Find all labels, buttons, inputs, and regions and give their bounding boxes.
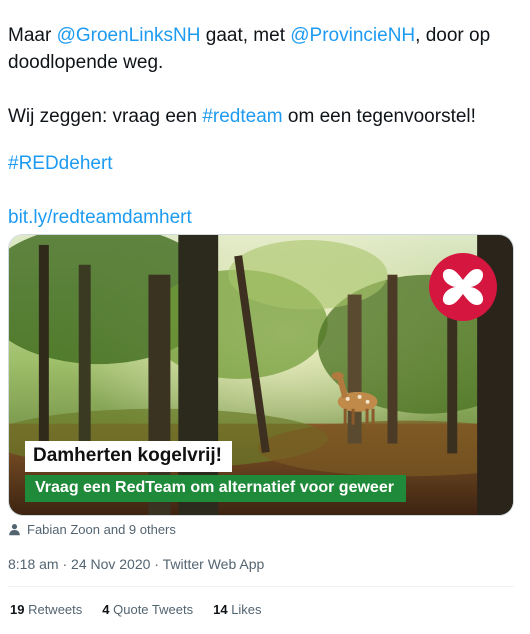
tweet-paragraph-2: Wij zeggen: vraag een #redteam om een te…: [8, 103, 520, 130]
quote-tweets-count: 4: [102, 602, 110, 617]
text-segment: gaat, met: [200, 25, 291, 46]
hashtag-reddehert-link[interactable]: #REDdehert: [8, 153, 113, 174]
quote-tweets-stat[interactable]: 4 Quote Tweets: [102, 602, 193, 617]
hashtag-redteam-link[interactable]: #redteam: [202, 106, 282, 127]
tweet-paragraph-1: Maar @GroenLinksNH gaat, met @ProvincieN…: [8, 22, 520, 76]
mention-provincienh-link[interactable]: @ProvincieNH: [290, 25, 415, 46]
tweet-text: Maar @GroenLinksNH gaat, met @ProvincieN…: [8, 22, 520, 231]
retweets-stat[interactable]: 19 Retweets: [10, 602, 82, 617]
divider: [8, 586, 514, 587]
tweet-media-image[interactable]: Damherten kogelvrij! Vraag een RedTeam o…: [8, 234, 514, 516]
redteam-x-logo-icon: [429, 253, 497, 321]
retweets-label: Retweets: [24, 602, 83, 617]
short-url-link[interactable]: bit.ly/redteamdamhert: [8, 207, 192, 228]
text-segment: Wij zeggen: vraag een: [8, 106, 203, 127]
mention-groenlinksnh-link[interactable]: @GroenLinksNH: [57, 25, 201, 46]
tweet-timestamp[interactable]: 8:18 am · 24 Nov 2020 · Twitter Web App: [8, 556, 264, 572]
tagged-people-link[interactable]: Fabian Zoon and 9 others: [8, 522, 176, 537]
tweet-paragraph-3: #REDdehert: [8, 150, 520, 177]
tagged-people-text: Fabian Zoon and 9 others: [27, 522, 176, 537]
likes-stat[interactable]: 14 Likes: [213, 602, 261, 617]
person-icon: [9, 524, 20, 536]
tweet-stats: 19 Retweets 4 Quote Tweets 14 Likes: [10, 602, 262, 617]
media-caption-subtitle: Vraag een RedTeam om alternatief voor ge…: [25, 475, 406, 502]
retweets-count: 19: [10, 602, 25, 617]
tweet-paragraph-4: bit.ly/redteamdamhert: [8, 204, 520, 231]
likes-count: 14: [213, 602, 228, 617]
text-segment: Maar: [8, 25, 57, 46]
media-caption-title: Damherten kogelvrij!: [25, 441, 232, 472]
quote-tweets-label: Quote Tweets: [109, 602, 194, 617]
text-segment: om een tegenvoorstel!: [282, 106, 476, 127]
likes-label: Likes: [227, 602, 262, 617]
